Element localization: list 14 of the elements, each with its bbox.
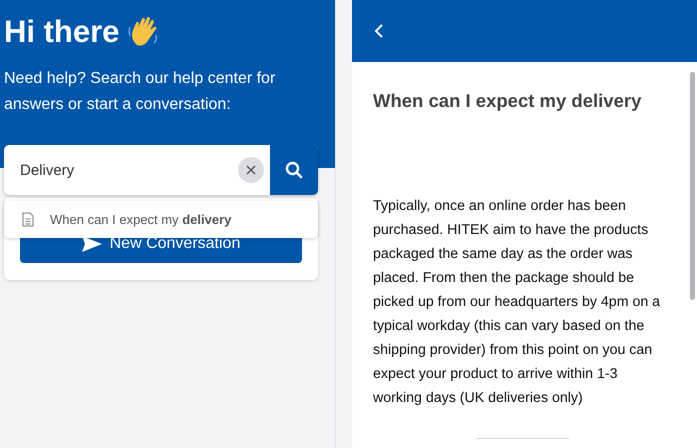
search-icon bbox=[285, 161, 303, 179]
greeting-title: Hi there bbox=[4, 13, 120, 51]
suggestion-item[interactable]: When can I expect my delivery bbox=[22, 212, 232, 227]
search-field[interactable]: Delivery bbox=[4, 145, 318, 195]
help-subtitle: Need help? Search our help center for answers or start a conversation: bbox=[4, 69, 276, 115]
article-body: Typically, once an online order has been purchased. HITEK aim to have the products packaged the same day as the order was placed. From then the package should be picked up from our headquarters by 4pm on a typical workday (this can vary based on the shipping provider) from this point on you can expect your product to arrive within 1-3 working days (UK deliveries only) bbox=[373, 197, 662, 408]
chevron-left-icon bbox=[374, 23, 384, 39]
scrollbar-thumb[interactable] bbox=[690, 72, 695, 300]
back-button[interactable] bbox=[374, 23, 384, 39]
search-input[interactable]: Delivery bbox=[4, 160, 238, 180]
document-icon bbox=[22, 212, 34, 227]
search-button[interactable] bbox=[270, 145, 318, 195]
article-title: When can I expect my delivery bbox=[373, 90, 642, 112]
clear-icon[interactable] bbox=[238, 157, 264, 183]
